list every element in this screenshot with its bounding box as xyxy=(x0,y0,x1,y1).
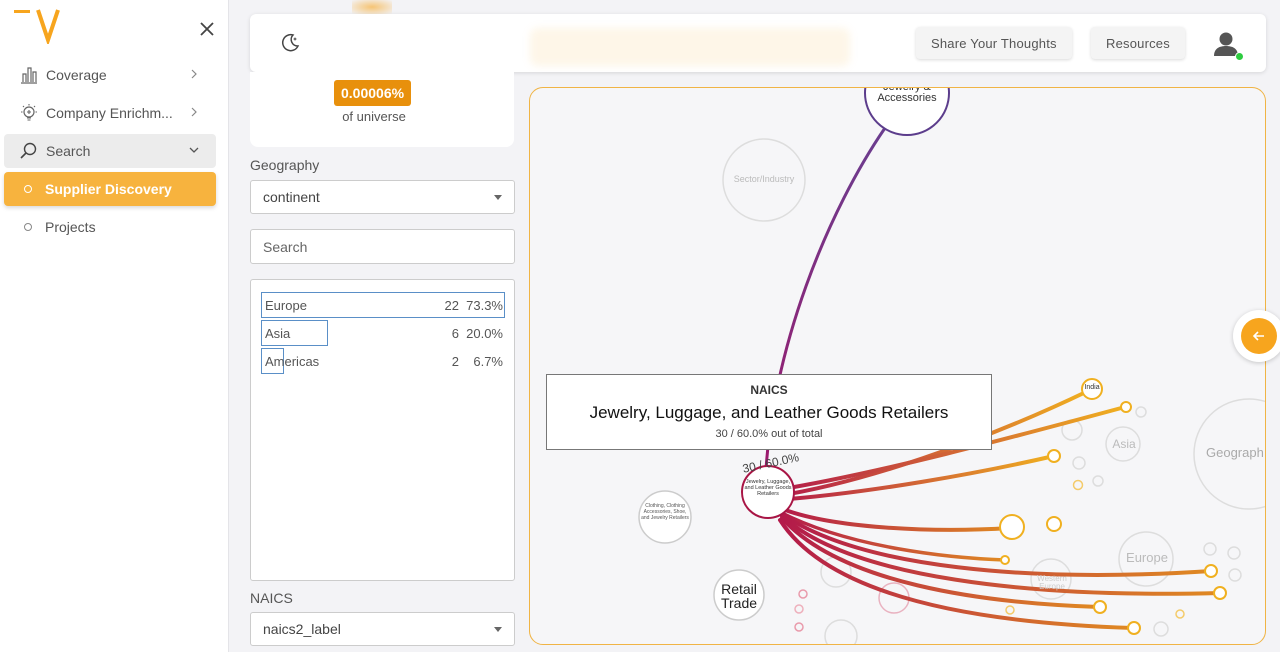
header-highlight xyxy=(530,28,850,66)
geo-name: Americas xyxy=(265,354,320,369)
sidebar-item-label: Projects xyxy=(45,219,96,235)
sidebar-item-label: Coverage xyxy=(46,67,107,83)
europe-label: Europe xyxy=(1126,550,1168,565)
node-tooltip: NAICS Jewelry, Luggage, and Leather Good… xyxy=(546,374,992,450)
jewelry-accessories-label: Jewelry & Accessories xyxy=(877,87,937,104)
online-status-indicator xyxy=(1235,52,1244,61)
search-icon xyxy=(18,140,40,162)
sidebar-item-projects[interactable]: Projects xyxy=(4,210,216,244)
close-icon[interactable] xyxy=(197,19,217,39)
geography-list: Europe 22 73.3% Asia 6 20.0% Americas 2 … xyxy=(250,279,515,581)
sidebar: Coverage Company Enrichm... Search Suppl… xyxy=(0,0,229,652)
geo-percent: 6.7% xyxy=(473,354,503,369)
scroll-glow xyxy=(352,0,392,14)
sidebar-item-label: Search xyxy=(46,143,91,159)
geo-name: Europe xyxy=(265,298,307,313)
asia-label: Asia xyxy=(1112,437,1136,451)
tooltip-category: NAICS xyxy=(750,383,788,397)
geo-count: 22 xyxy=(444,298,459,313)
geo-name: Asia xyxy=(265,326,291,341)
expand-panel-button[interactable] xyxy=(1233,310,1280,362)
network-graph[interactable]: Sector/Industry Jewelry & Accessories Je… xyxy=(529,87,1266,645)
geo-count: 2 xyxy=(451,354,459,369)
arrow-left-icon xyxy=(1241,318,1277,354)
sector-industry-label: Sector/Industry xyxy=(733,174,795,184)
sidebar-item-coverage[interactable]: Coverage xyxy=(4,58,216,92)
sidebar-nav: Coverage Company Enrichm... Search Suppl… xyxy=(4,58,216,248)
geo-percent: 20.0% xyxy=(466,326,503,341)
sidebar-item-supplier-discovery[interactable]: Supplier Discovery xyxy=(4,172,216,206)
list-item[interactable]: Americas 2 6.7% xyxy=(261,348,505,374)
lightbulb-icon xyxy=(18,102,40,124)
brand-logo xyxy=(14,9,60,44)
bullet-icon xyxy=(24,185,32,193)
list-item[interactable]: Europe 22 73.3% xyxy=(261,292,505,318)
tooltip-subtitle: 30 / 60.0% out of total xyxy=(715,428,823,440)
universe-percent-badge: 0.00006% xyxy=(334,80,412,106)
naics-select[interactable]: naics2_label xyxy=(250,612,515,646)
universe-stat-card: 0.00006% of universe xyxy=(250,72,514,147)
naics-select-value: naics2_label xyxy=(263,621,341,637)
naics-label: NAICS xyxy=(250,590,293,606)
geography-search-input[interactable] xyxy=(250,229,515,264)
sidebar-item-label: Supplier Discovery xyxy=(45,181,172,197)
india-label: India xyxy=(1084,384,1100,391)
bar-chart-icon xyxy=(18,64,40,86)
list-item[interactable]: Asia 6 20.0% xyxy=(261,320,505,346)
western-europe-label: Western Europe xyxy=(1037,574,1067,591)
geography-node-label: Geograph xyxy=(1206,445,1264,460)
moon-icon[interactable] xyxy=(278,31,302,55)
caret-down-icon xyxy=(494,627,502,632)
top-bar: Share Your Thoughts Resources xyxy=(250,14,1266,72)
geo-percent: 73.3% xyxy=(466,298,503,313)
center-node-label: Jewelry, Luggage, and Leather Goods Reta… xyxy=(744,479,792,497)
share-thoughts-button[interactable]: Share Your Thoughts xyxy=(916,27,1072,59)
caret-down-icon xyxy=(494,195,502,200)
geography-select[interactable]: continent xyxy=(250,180,515,214)
bullet-icon xyxy=(24,223,32,231)
chevron-down-icon xyxy=(189,147,199,153)
tooltip-title: Jewelry, Luggage, and Leather Goods Reta… xyxy=(589,403,949,422)
clothing-node-label: Clothing, Clothing Accessories, Shoe, an… xyxy=(641,503,689,521)
sidebar-item-label: Company Enrichm... xyxy=(46,105,173,121)
geography-label: Geography xyxy=(250,157,320,173)
sidebar-item-company-enrichment[interactable]: Company Enrichm... xyxy=(4,96,216,130)
chevron-right-icon xyxy=(191,69,197,79)
retail-trade-label: Retail Trade xyxy=(720,581,758,611)
geography-select-value: continent xyxy=(263,189,320,205)
geo-count: 6 xyxy=(451,326,459,341)
resources-button[interactable]: Resources xyxy=(1091,27,1185,59)
chevron-right-icon xyxy=(191,107,197,117)
sidebar-item-search[interactable]: Search xyxy=(4,134,216,168)
universe-caption: of universe xyxy=(342,109,406,124)
